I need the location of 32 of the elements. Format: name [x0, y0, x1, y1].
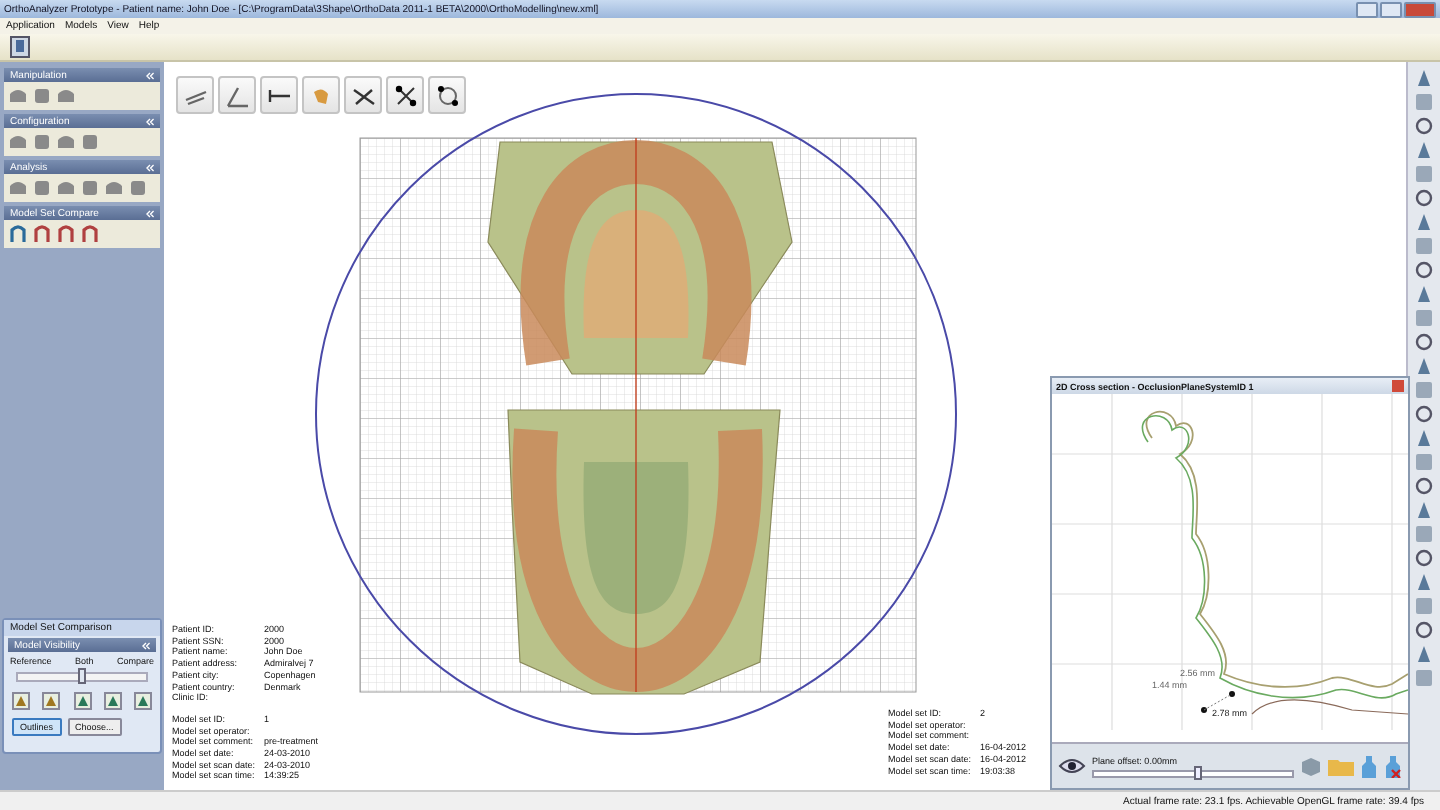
- bottle-delete-icon[interactable]: [1384, 755, 1402, 777]
- measure-tool-button[interactable]: [344, 76, 382, 114]
- chevron-icon[interactable]: [146, 117, 154, 125]
- measure-tool-button[interactable]: [260, 76, 298, 114]
- minimize-button[interactable]: [1356, 1, 1378, 17]
- cross-line-icon: [351, 83, 375, 107]
- hand-icon: [309, 83, 333, 107]
- crossed-points-icon: [393, 83, 417, 107]
- measure-tool-button[interactable]: [428, 76, 466, 114]
- chevron-icon[interactable]: [146, 71, 154, 79]
- close-button[interactable]: [1404, 1, 1436, 17]
- visibility-slider[interactable]: [16, 672, 148, 682]
- angle-icon: [225, 83, 249, 107]
- plane-offset-slider[interactable]: [1092, 769, 1294, 777]
- measure-tool-button[interactable]: [386, 76, 424, 114]
- model-icon[interactable]: [12, 692, 30, 710]
- rotate-points-icon: [435, 83, 459, 107]
- slider-thumb[interactable]: [1194, 765, 1203, 779]
- model-icon[interactable]: [134, 692, 152, 710]
- model-icon[interactable]: [103, 692, 122, 710]
- slider-thumb[interactable]: [78, 668, 86, 684]
- model-icon[interactable]: [42, 692, 61, 710]
- chevron-icon[interactable]: [142, 641, 150, 649]
- bottle-icon[interactable]: [1360, 755, 1378, 777]
- measurement-points: [1201, 691, 1235, 713]
- patient-card-icon[interactable]: [10, 36, 30, 58]
- chevron-icon[interactable]: [146, 209, 154, 217]
- maximize-button[interactable]: [1380, 1, 1402, 17]
- cube-icon[interactable]: [1300, 755, 1322, 777]
- model-icon[interactable]: [73, 692, 91, 710]
- chevron-icon[interactable]: [146, 163, 154, 171]
- eye-icon[interactable]: [1058, 756, 1086, 776]
